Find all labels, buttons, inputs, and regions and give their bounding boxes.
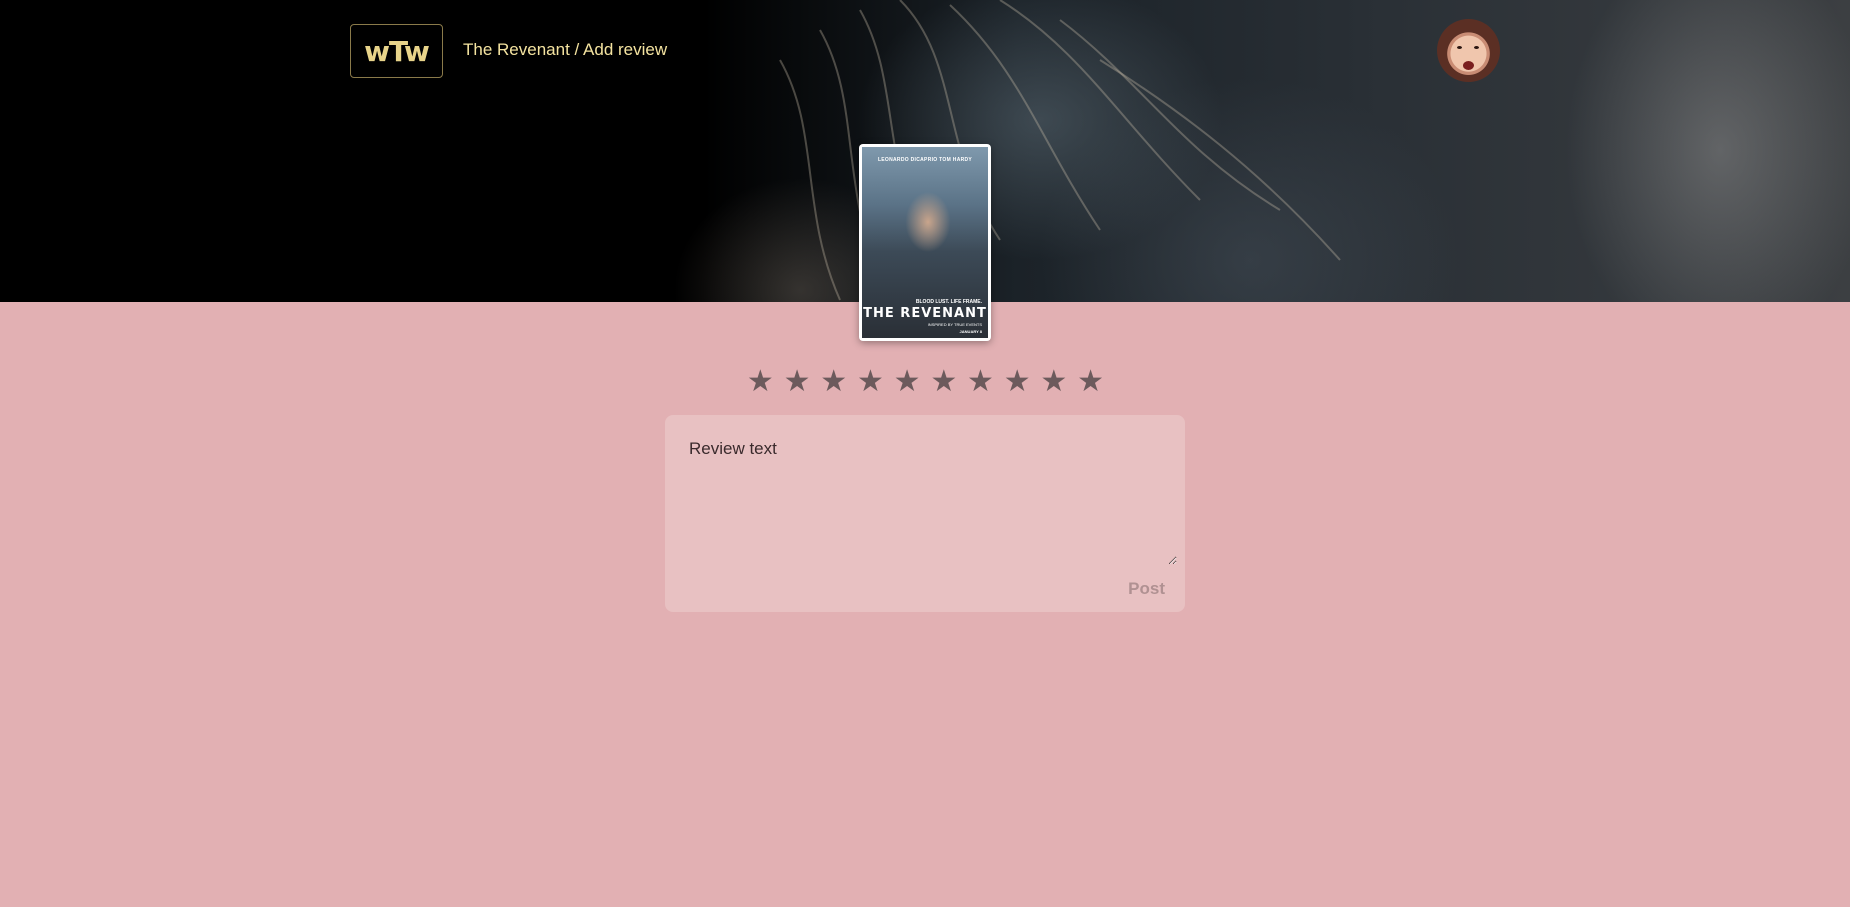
- poster-art: LEONARDO DICAPRIO TOM HARDY BLOOD LUST. …: [862, 147, 988, 338]
- post-button[interactable]: Post: [1128, 579, 1165, 599]
- poster-subtitle: INSPIRED BY TRUE EVENTS: [927, 322, 982, 327]
- star-icon-1[interactable]: ★: [742, 364, 779, 400]
- review-form: Post: [665, 415, 1185, 612]
- poster-tagline: BLOOD LUST. LIFE FRAME.: [915, 299, 982, 305]
- poster-credits: LEONARDO DICAPRIO TOM HARDY: [877, 157, 973, 163]
- breadcrumb: The Revenant / Add review: [463, 40, 668, 59]
- avatar-mouth: [1463, 61, 1474, 70]
- user-avatar[interactable]: [1437, 19, 1500, 82]
- logo[interactable]: wTw: [350, 24, 443, 78]
- star-icon-10[interactable]: ★: [1072, 364, 1109, 400]
- star-icon-8[interactable]: ★: [999, 364, 1036, 400]
- star-icon-9[interactable]: ★: [1036, 364, 1073, 400]
- star-icon-6[interactable]: ★: [925, 364, 962, 400]
- star-icon-3[interactable]: ★: [815, 364, 852, 400]
- poster-title: THE REVENANT: [863, 306, 987, 321]
- poster-release-date: JANUARY 8: [959, 329, 982, 334]
- star-icon-7[interactable]: ★: [962, 364, 999, 400]
- movie-poster: LEONARDO DICAPRIO TOM HARDY BLOOD LUST. …: [859, 144, 991, 341]
- star-rating: ★ ★ ★ ★ ★ ★ ★ ★ ★ ★: [742, 364, 1109, 400]
- star-icon-2[interactable]: ★: [779, 364, 816, 400]
- star-icon-5[interactable]: ★: [889, 364, 926, 400]
- review-text-input[interactable]: [677, 427, 1177, 565]
- avatar-eye-left: [1457, 46, 1462, 49]
- avatar-eye-right: [1474, 46, 1479, 49]
- star-icon-4[interactable]: ★: [852, 364, 889, 400]
